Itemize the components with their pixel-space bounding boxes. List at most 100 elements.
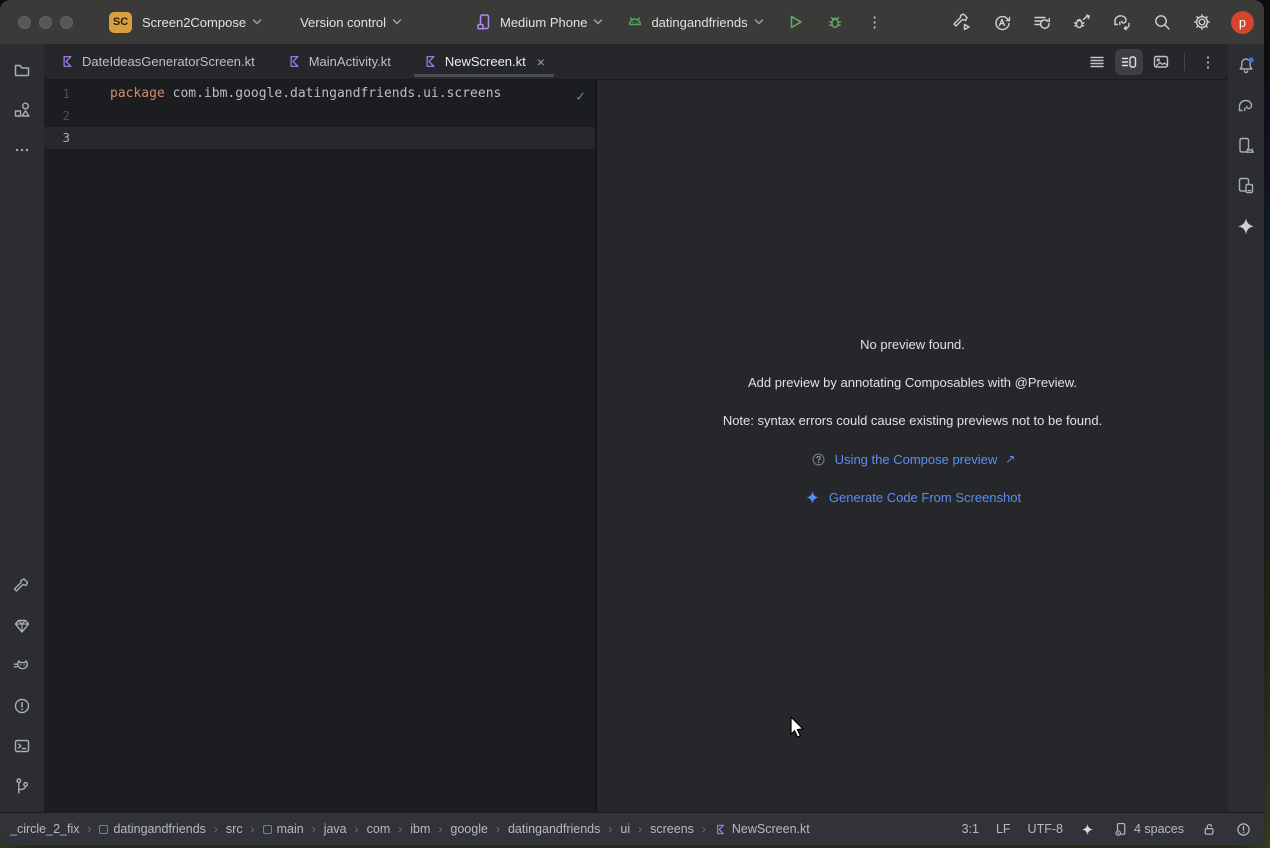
problems-tool-button[interactable] [7,692,37,720]
module-icon [263,825,272,834]
gemini-status-button[interactable] [1080,822,1095,837]
breadcrumb-separator: › [398,822,402,836]
run-configuration-label: datingandfriends [651,15,747,30]
gemini-tool-button[interactable] [1231,212,1261,240]
terminal-tool-button[interactable] [7,732,37,760]
project-badge: SC [109,12,132,33]
kotlin-file-icon [714,823,727,836]
debug-button[interactable] [820,7,850,37]
resource-manager-tool-button[interactable] [7,96,37,124]
tab-label: MainActivity.kt [309,54,391,69]
breadcrumb-item[interactable]: java [324,822,347,836]
device-selector-label: Medium Phone [500,15,587,30]
running-devices-button[interactable] [1231,172,1261,200]
breadcrumb-item[interactable]: com [367,822,391,836]
code-editor[interactable]: 1 package com.ibm.google.datingandfriend… [44,80,597,812]
zoom-window-button[interactable] [60,16,73,29]
version-control-widget[interactable]: Version control [294,11,408,34]
readonly-toggle[interactable] [1201,821,1218,838]
breadcrumb-item[interactable]: ui [620,822,630,836]
ai-sparkle-icon [1080,822,1095,837]
more-tool-windows-button[interactable] [7,136,37,164]
tab-label: DateIdeasGeneratorScreen.kt [82,54,255,69]
bug-icon [825,12,845,32]
close-window-button[interactable] [18,16,31,29]
build-button[interactable] [947,7,977,37]
external-link-icon: ↗ [1005,452,1015,466]
breadcrumb-separator: › [214,822,218,836]
version-control-label: Version control [300,15,386,30]
breadcrumb-item[interactable]: ibm [410,822,430,836]
breadcrumb-item[interactable]: main [263,822,304,836]
indent-widget[interactable]: 4 spaces [1112,821,1184,838]
keyword-token: package [110,86,165,101]
breadcrumb-item[interactable]: google [450,822,488,836]
search-icon [1151,11,1173,33]
ellipsis-icon [12,140,32,160]
run-button[interactable] [780,7,810,37]
terminal-icon [12,736,32,756]
settings-button[interactable] [1187,7,1217,37]
left-tool-stripe [0,44,44,812]
help-link-label: Using the Compose preview [835,452,998,467]
device-gear-icon [1112,821,1129,838]
breadcrumb-item[interactable]: src [226,822,243,836]
preview-message-hint: Add preview by annotating Composables wi… [748,373,1077,393]
encoding-widget[interactable]: UTF-8 [1028,822,1063,836]
build-tool-button[interactable] [7,572,37,600]
android-app-icon [625,12,645,32]
generate-link-label: Generate Code From Screenshot [829,490,1021,505]
close-tab-icon[interactable]: × [537,54,545,70]
chevron-down-icon [392,18,402,26]
more-run-options-button[interactable]: ⋮ [860,7,890,37]
version-control-tool-button[interactable] [7,772,37,800]
tab-newscreen[interactable]: NewScreen.kt × [407,44,561,79]
run-configuration-selector[interactable]: datingandfriends [619,8,769,36]
preview-message-title: No preview found. [860,335,965,355]
bell-icon [1235,55,1257,77]
editor-options-button[interactable]: ⋮ [1194,49,1222,75]
breadcrumb-item-file[interactable]: NewScreen.kt [714,822,810,836]
search-everywhere-button[interactable] [1147,7,1177,37]
compose-preview-help-link[interactable]: Using the Compose preview ↗ [810,449,1016,469]
editor-tab-bar: DateIdeasGeneratorScreen.kt MainActivity… [44,44,1228,80]
apply-code-changes-button[interactable] [1027,7,1057,37]
breadcrumb-item[interactable]: _circle_2_fix [10,822,79,836]
tab-dateideasgeneratorscreen[interactable]: DateIdeasGeneratorScreen.kt [44,44,271,79]
attach-debugger-button[interactable] [1067,7,1097,37]
gear-icon [1191,11,1213,33]
device-manager-button[interactable] [1231,132,1261,160]
breadcrumb-separator: › [638,822,642,836]
generate-code-from-screenshot-link[interactable]: Generate Code From Screenshot [804,487,1021,507]
tab-mainactivity[interactable]: MainActivity.kt [271,44,407,79]
gradle-tool-button[interactable] [1231,92,1261,120]
project-widget[interactable]: SC Screen2Compose [103,8,268,37]
breadcrumbs: _circle_2_fix › datingandfriends › src ›… [10,822,810,836]
running-devices-icon [1235,175,1257,197]
notifications-button[interactable] [1231,52,1261,80]
caret-position-widget[interactable]: 3:1 [962,822,979,836]
device-selector[interactable]: Medium Phone [468,8,609,36]
breadcrumb-item[interactable]: datingandfriends [508,822,600,836]
minimize-window-button[interactable] [39,16,52,29]
inspection-ok-icon[interactable]: ✓ [576,87,585,105]
split-view-button[interactable] [1115,49,1143,75]
bug-arrow-icon [1071,11,1093,33]
play-icon [785,12,805,32]
hammer-icon [12,576,32,596]
project-tool-button[interactable] [7,56,37,84]
gradle-sync-button[interactable] [1107,7,1137,37]
apply-changes-button[interactable] [987,7,1017,37]
ide-window: SC Screen2Compose Version control Medium… [0,0,1264,845]
breadcrumb-item[interactable]: datingandfriends [99,822,205,836]
app-quality-insights-tool-button[interactable] [7,612,37,640]
code-view-button[interactable] [1083,49,1111,75]
editor-notifications-button[interactable] [1235,821,1252,838]
line-separator-widget[interactable]: LF [996,822,1011,836]
design-view-button[interactable] [1147,49,1175,75]
profile-avatar[interactable]: p [1231,11,1254,34]
breadcrumb-item[interactable]: screens [650,822,694,836]
mouse-cursor [786,715,808,739]
code-text: package com.ibm.google.datingandfriends.… [70,83,501,105]
logcat-tool-button[interactable] [7,652,37,680]
